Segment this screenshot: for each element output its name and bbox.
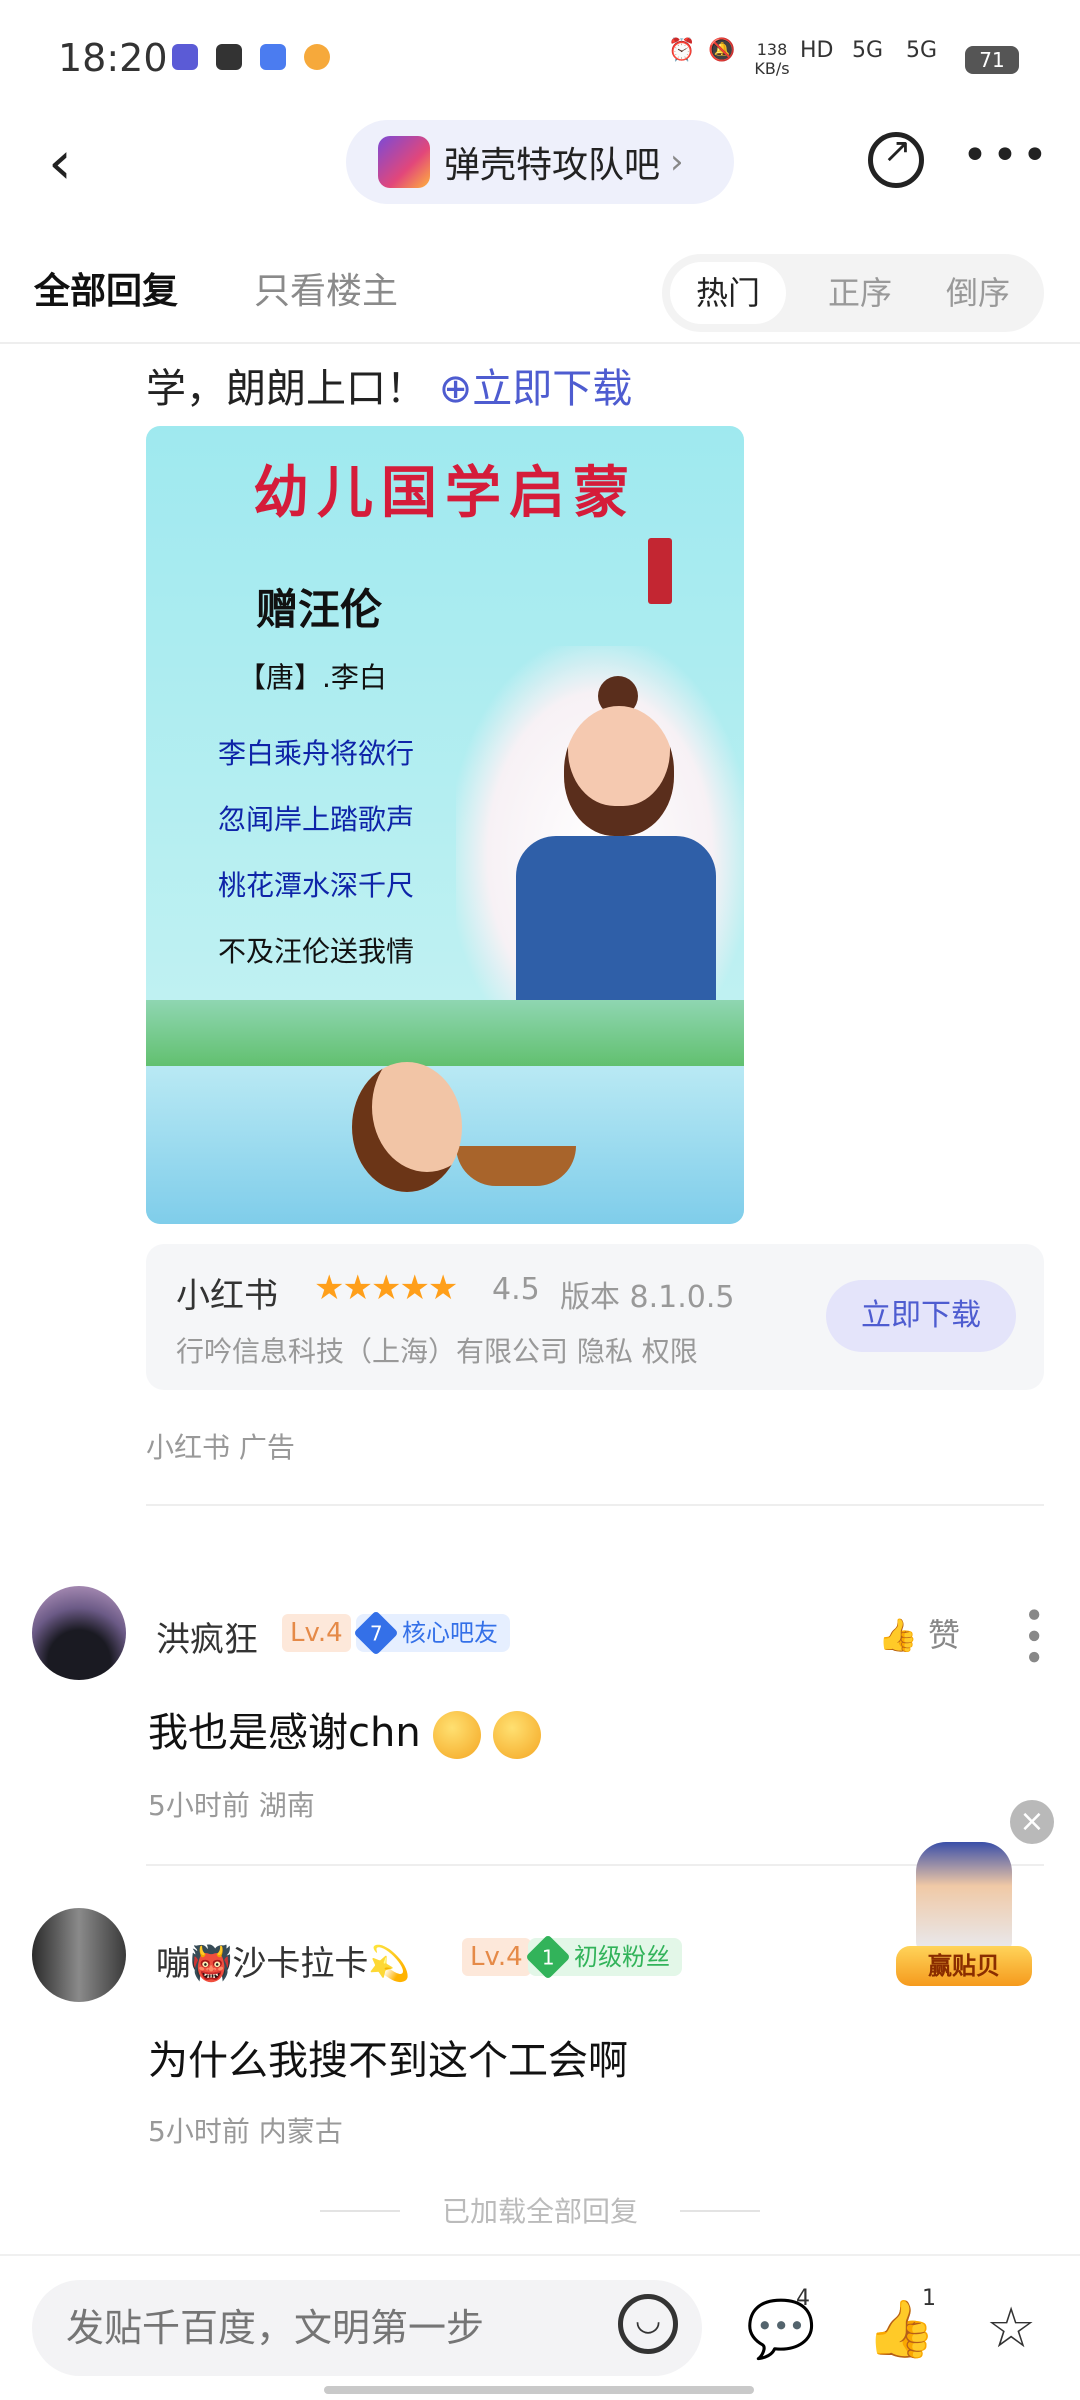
app-notification-icon xyxy=(304,44,330,70)
clock: 18:20 xyxy=(58,36,168,80)
like-button[interactable]: 👍 赞 xyxy=(878,1610,960,1656)
avatar[interactable] xyxy=(32,1586,126,1680)
back-icon[interactable]: ‹ xyxy=(48,128,72,198)
ad-image[interactable]: 幼儿国学启蒙 赠汪伦 【唐】.李白 李白乘舟将欲行 忽闻岸上踏歌声 桃花潭水深千… xyxy=(146,426,744,1224)
emoji-icon xyxy=(492,1711,541,1759)
diamond-icon: 1 xyxy=(525,1934,571,1980)
like-label: 赞 xyxy=(928,1616,961,1654)
star-icon[interactable]: ☆ xyxy=(986,2296,1036,2361)
like-count: 1 xyxy=(922,2286,936,2311)
tieba-notification-icon xyxy=(172,44,198,70)
promo-float[interactable]: 赢贴贝 xyxy=(896,1842,1032,1992)
tab-op-only[interactable]: 只看楼主 xyxy=(254,262,398,314)
hills-illustration xyxy=(146,1000,744,1070)
alarm-icon: ⏰ xyxy=(668,38,696,63)
divider xyxy=(146,1504,1044,1506)
fan-badge-label: 初级粉丝 xyxy=(574,1943,670,1971)
comment-text: 为什么我搜不到这个工会啊 xyxy=(148,2038,628,2084)
fan-badge: 7 核心吧友 xyxy=(353,1610,510,1656)
more-icon[interactable]: ••• xyxy=(1012,1604,1053,1668)
poem-name: 赠汪伦 xyxy=(256,585,383,634)
promo-character xyxy=(916,1842,1012,1952)
ad-source[interactable]: 小红书 广告 xyxy=(146,1426,295,1466)
comment-username[interactable]: 洪疯狂 xyxy=(156,1612,258,1661)
girl-illustration xyxy=(456,646,744,1026)
thumbs-up-icon: 👍 xyxy=(878,1616,918,1654)
fan-badge: 1 初级粉丝 xyxy=(525,1934,682,1980)
close-icon[interactable]: × xyxy=(1010,1800,1054,1844)
comment-text-content: 我也是感谢chn xyxy=(148,1710,421,1756)
poem-line: 忽闻岸上踏歌声 xyxy=(218,803,415,836)
app-version: 版本 8.1.0.5 xyxy=(560,1280,735,1315)
divider xyxy=(0,342,1080,344)
status-bar: 18:20 ⏰ 🔕 138 KB/s HD 5G 5G 71 xyxy=(0,0,1080,120)
forum-button[interactable]: 弹壳特攻队吧 › xyxy=(346,120,734,204)
forum-avatar xyxy=(378,136,430,188)
poem-line: 不及汪伦送我情 xyxy=(218,935,415,968)
avatar[interactable] xyxy=(32,1908,126,2002)
network-speed: 138 KB/s xyxy=(754,40,790,78)
ad-image-title: 幼儿国学启蒙 xyxy=(253,460,637,526)
battery-icon: 71 xyxy=(965,46,1019,74)
app-name: 小红书 xyxy=(176,1276,278,1316)
ad-text: 学，朗朗上口！ ⊕立即下载 xyxy=(146,356,632,414)
sort-toggle: 热门 正序 倒序 xyxy=(662,254,1044,332)
more-icon[interactable]: ••• xyxy=(962,130,1052,181)
ad-text-prefix: 学，朗朗上口！ xyxy=(146,366,426,412)
comment-count: 4 xyxy=(796,2286,810,2311)
tab-all-replies[interactable]: 全部回复 xyxy=(34,262,178,314)
diamond-icon: 7 xyxy=(353,1610,399,1656)
boy-illustration xyxy=(352,1062,462,1192)
level-badge: Lv.4 xyxy=(462,1938,531,1976)
fan-badge-label: 核心吧友 xyxy=(402,1619,498,1647)
sort-descending-button[interactable]: 倒序 xyxy=(924,262,1032,324)
chevron-right-icon: › xyxy=(670,142,684,182)
comment-meta: 5小时前 湖南 xyxy=(148,1789,315,1822)
app-rating: 4.5 xyxy=(492,1272,540,1307)
level-badge: Lv.4 xyxy=(282,1614,351,1652)
sort-hot-button[interactable]: 热门 xyxy=(670,262,786,324)
signal-icon: 5G xyxy=(852,38,884,63)
comment-meta: 5小时前 内蒙古 xyxy=(148,2115,343,2148)
share-icon[interactable] xyxy=(868,131,924,188)
poem-author: 【唐】.李白 xyxy=(238,661,387,694)
app-card[interactable]: 小红书 ★★★★★ 4.5 版本 8.1.0.5 行吟信息科技（上海）有限公司 … xyxy=(146,1244,1044,1390)
sort-ascending-button[interactable]: 正序 xyxy=(806,262,914,324)
signal-icon-2: 5G xyxy=(906,38,938,63)
comment-username[interactable]: 嘣👹沙卡拉卡💫 xyxy=(156,1936,411,1985)
bottom-bar: 💬 4 👍 1 ☆ xyxy=(0,2254,1080,2400)
mute-icon: 🔕 xyxy=(708,38,736,63)
mail-notification-icon xyxy=(216,44,242,70)
promo-label: 赢贴贝 xyxy=(896,1946,1032,1986)
loaded-all-notice: 已加载全部回复 xyxy=(320,2190,760,2230)
app-download-button[interactable]: 立即下载 xyxy=(826,1280,1016,1352)
hd-icon: HD xyxy=(800,38,834,63)
home-indicator[interactable] xyxy=(324,2386,754,2394)
browser-notification-icon xyxy=(260,44,286,70)
poem-line: 李白乘舟将欲行 xyxy=(218,737,415,770)
emoji-picker-icon[interactable] xyxy=(618,2294,678,2354)
ad-download-link[interactable]: ⊕立即下载 xyxy=(439,366,633,412)
app-company[interactable]: 行吟信息科技（上海）有限公司 隐私 权限 xyxy=(176,1330,698,1370)
comment-text: 我也是感谢chn xyxy=(148,1700,541,1759)
poem-line: 桃花潭水深千尺 xyxy=(218,869,415,902)
forum-name: 弹壳特攻队吧 xyxy=(444,145,661,186)
reply-input[interactable] xyxy=(32,2280,702,2376)
red-tag-icon xyxy=(648,538,672,604)
rating-stars-icon: ★★★★★ xyxy=(314,1268,458,1308)
emoji-icon xyxy=(432,1711,481,1759)
